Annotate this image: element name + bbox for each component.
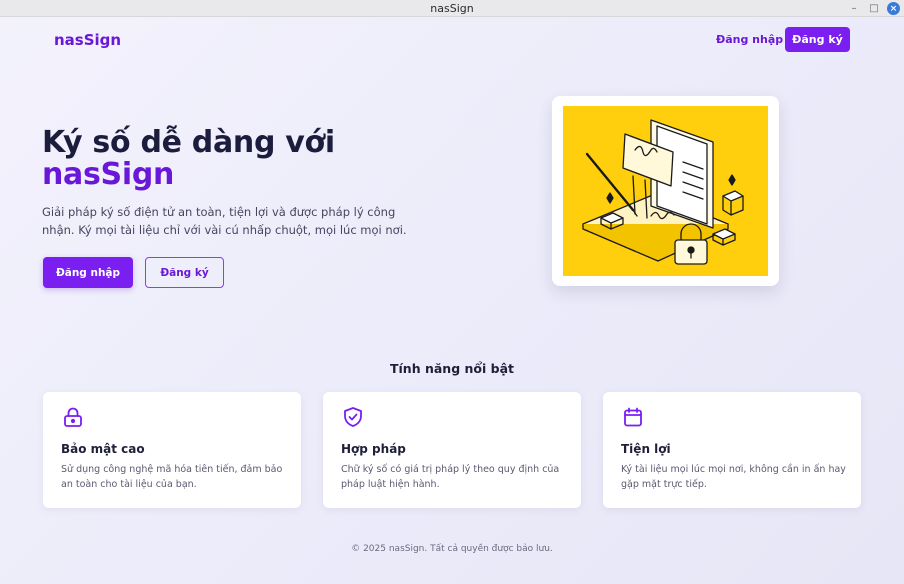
- document-signing-illustration: [563, 106, 768, 276]
- shield-check-icon: [342, 406, 364, 428]
- document-signing-icon: [582, 119, 744, 265]
- logo[interactable]: nasSign: [54, 31, 121, 49]
- hero-register-button[interactable]: Đăng ký: [145, 257, 224, 288]
- feature-title: Tiện lợi: [621, 442, 671, 456]
- hero-description: Giải pháp ký số điện tử an toàn, tiện lợ…: [42, 205, 407, 237]
- header-login-link[interactable]: Đăng nhập: [716, 33, 783, 46]
- hero-illustration-card: [552, 96, 779, 286]
- maximize-icon[interactable]: □: [867, 2, 881, 16]
- feature-card-legal: Hợp pháp Chữ ký số có giá trị pháp lý th…: [323, 392, 581, 508]
- footer-copyright: © 2025 nasSign. Tất cả quyền được bảo lư…: [351, 544, 553, 554]
- features-title: Tính năng nổi bật: [390, 361, 514, 376]
- hero-login-button[interactable]: Đăng nhập: [43, 257, 133, 288]
- feature-description: Ký tài liệu mọi lúc mọi nơi, không cần i…: [621, 464, 846, 490]
- hero-title-text: Ký số dễ dàng với: [42, 125, 335, 160]
- feature-card-security: Bảo mật cao Sử dụng công nghệ mã hóa tiê…: [43, 392, 301, 508]
- feature-title: Hợp pháp: [341, 442, 406, 456]
- minimize-icon[interactable]: –: [847, 2, 861, 16]
- header-register-button[interactable]: Đăng ký: [785, 27, 850, 52]
- feature-title: Bảo mật cao: [61, 442, 145, 456]
- feature-description: Chữ ký số có giá trị pháp lý theo quy đị…: [341, 464, 560, 490]
- window-controls: – □ ×: [847, 1, 900, 16]
- hero-title-brand: nasSign: [42, 157, 175, 192]
- close-icon[interactable]: ×: [887, 2, 900, 15]
- feature-card-convenience: Tiện lợi Ký tài liệu mọi lúc mọi nơi, kh…: [603, 392, 861, 508]
- feature-description: Sử dụng công nghệ mã hóa tiên tiến, đảm …: [61, 464, 283, 490]
- calendar-icon: [622, 406, 644, 428]
- window-titlebar: nasSign – □ ×: [0, 0, 904, 17]
- lock-icon: [62, 406, 84, 428]
- landing-page: nasSign Đăng nhập Đăng ký Ký số dễ dàng …: [0, 17, 904, 584]
- hero-title: Ký số dễ dàng với nasSign: [42, 127, 335, 191]
- window-title: nasSign: [430, 1, 474, 15]
